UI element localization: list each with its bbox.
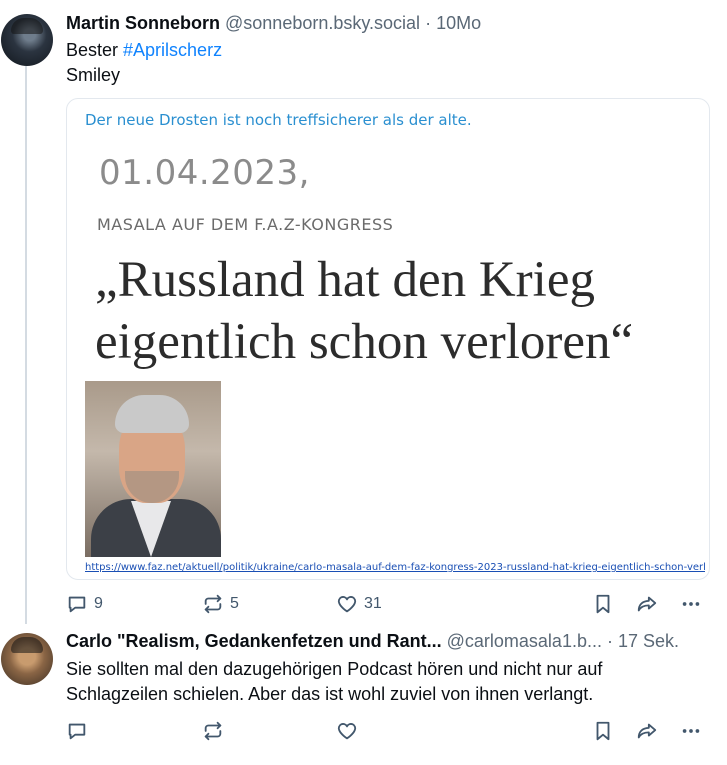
author-handle[interactable]: @sonneborn.bsky.social [225, 13, 420, 33]
separator-dot: · [425, 13, 432, 33]
repost-button[interactable]: 5 [202, 590, 239, 618]
repost-arrows-icon [204, 721, 222, 741]
photo-hair [115, 395, 189, 433]
post-text-line2: Schlagzeilen schielen. Aber das ist wohl… [66, 684, 594, 704]
bookmark-icon [596, 721, 610, 741]
share-arrow-icon [637, 723, 657, 739]
like-button[interactable] [336, 717, 358, 745]
separator-dot: · [606, 631, 613, 651]
ellipsis-icon [682, 729, 700, 733]
image-caption: Der neue Drosten ist noch treffsicherer … [85, 111, 472, 129]
speech-bubble-icon [68, 596, 86, 613]
post-time[interactable]: 10Mo [436, 13, 481, 33]
reply-button[interactable]: 9 [66, 590, 103, 618]
reply-count: 9 [94, 595, 103, 612]
bookmark-icon [596, 594, 610, 614]
avatar[interactable] [1, 14, 53, 66]
embedded-image[interactable]: Der neue Drosten ist noch treffsicherer … [66, 98, 710, 580]
avatar[interactable] [1, 633, 53, 685]
article-headline: „Russland hat den Krieg eigentlich schon… [95, 249, 695, 373]
post-header: Martin Sonneborn @sonneborn.bsky.social … [66, 12, 706, 34]
headline-line2: eigentlich schon verloren“ [95, 314, 634, 370]
author-name[interactable]: Martin Sonneborn [66, 13, 220, 33]
article-link: https://www.faz.net/aktuell/politik/ukra… [85, 562, 705, 573]
ellipsis-icon [682, 602, 700, 606]
more-options-button[interactable] [680, 717, 702, 745]
heart-icon [337, 723, 357, 740]
post-text: Bester #Aprilscherz Smiley [66, 38, 706, 88]
post-text-line2: Smiley [66, 65, 121, 85]
post-text-prefix: Bester [66, 40, 124, 60]
bookmark-button[interactable] [592, 590, 614, 618]
post-time[interactable]: 17 Sek. [618, 631, 679, 651]
hashtag-link[interactable]: #Aprilscherz [123, 40, 222, 60]
portrait-photo [85, 381, 221, 557]
bookmark-button[interactable] [592, 717, 614, 745]
post-text: Sie sollten mal den dazugehörigen Podcas… [66, 657, 716, 707]
avatar-hair [11, 637, 43, 653]
author-handle[interactable]: @carlomasala1.b... [447, 631, 602, 651]
like-button[interactable]: 31 [336, 590, 382, 618]
repost-arrows-icon [204, 594, 222, 614]
repost-count: 5 [230, 595, 239, 612]
post-carlo-masala[interactable]: Carlo "Realism, Gedankenfetzen und Rant.… [0, 625, 727, 765]
avatar-hair [11, 18, 43, 34]
thread-line [25, 66, 27, 624]
post-header: Carlo "Realism, Gedankenfetzen und Rant.… [66, 630, 716, 652]
like-count: 31 [364, 595, 382, 612]
post-actions: 9 5 31 [66, 590, 706, 618]
share-button[interactable] [636, 590, 658, 618]
repost-button[interactable] [202, 717, 224, 745]
author-name[interactable]: Carlo "Realism, Gedankenfetzen und Rant.… [66, 631, 442, 651]
share-arrow-icon [637, 596, 657, 612]
post-actions [66, 717, 706, 745]
article-kicker: MASALA AUF DEM F.A.Z-KONGRESS [97, 215, 394, 234]
more-options-button[interactable] [680, 590, 702, 618]
speech-bubble-icon [68, 723, 86, 740]
post-martin-sonneborn[interactable]: Martin Sonneborn @sonneborn.bsky.social … [0, 0, 727, 625]
headline-line1: „Russland hat den Krieg [95, 252, 595, 308]
heart-icon [337, 596, 357, 613]
article-date: 01.04.2023, [99, 153, 310, 193]
reply-button[interactable] [66, 717, 88, 745]
share-button[interactable] [636, 717, 658, 745]
post-text-line1: Sie sollten mal den dazugehörigen Podcas… [66, 659, 603, 679]
